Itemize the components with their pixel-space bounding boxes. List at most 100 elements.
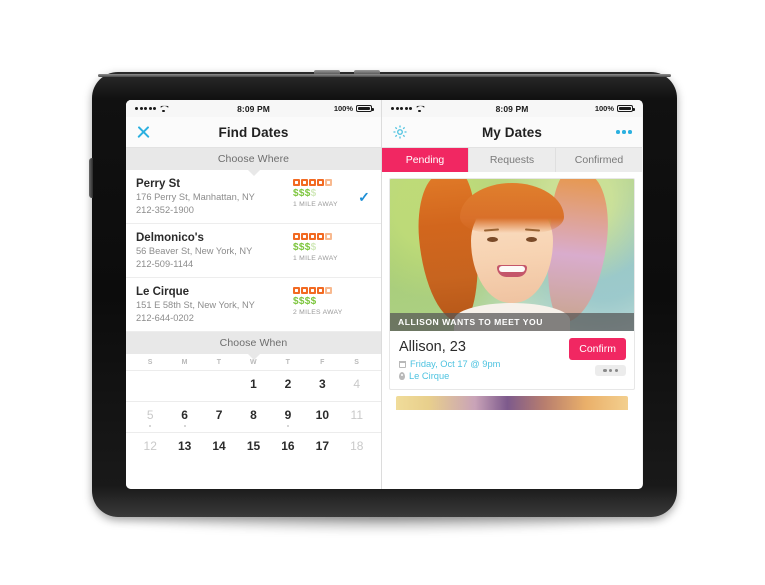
calendar-day-cell[interactable]: 11 [340, 402, 374, 432]
calendar-week-row: 1 2 3 4 [133, 371, 374, 401]
price-filled: $$$ [293, 242, 311, 253]
tab-pending[interactable]: Pending [382, 148, 469, 172]
rating-square [293, 179, 300, 186]
rating-square [317, 179, 324, 186]
calendar-dow: F [320, 359, 325, 366]
confirm-button[interactable]: Confirm [569, 338, 626, 360]
calendar-day-cell[interactable]: 5 [133, 402, 167, 432]
calendar-day-label: 13 [177, 439, 192, 453]
calendar-day-cell[interactable]: 17 [305, 433, 339, 463]
date-card-container: ALLISON WANTS TO MEET YOU Allison, 23 Fr… [382, 172, 642, 410]
choose-when-header[interactable]: Choose When [126, 332, 381, 360]
restaurant-info: Le Cirque 151 E 58th St, New York, NY 212-… [136, 285, 293, 325]
calendar-day-label: 10 [315, 408, 330, 422]
calendar-availability-dot [286, 425, 289, 427]
tab-confirmed[interactable]: Confirmed [556, 148, 642, 172]
restaurant-row[interactable]: Delmonico's 56 Beaver St, New York, NY 212… [126, 224, 381, 278]
photo-hair-top [460, 183, 564, 233]
tablet-button-power[interactable] [89, 158, 93, 198]
calendar-day-label: 4 [353, 377, 361, 391]
restaurant-info: Perry St 176 Perry St, Manhattan, NY 212-3… [136, 177, 293, 217]
find-dates-pane: 8:09 PM 100% Find Dates Choose Where Per… [126, 100, 382, 489]
location-pin-icon [399, 372, 405, 380]
calendar-weeks: 1 2 3 4 5 6 7 8 9 10 11 12 13 14 15 16 17 18 [126, 371, 381, 463]
calendar-day-cell[interactable]: 7 [202, 402, 236, 432]
calendar-day-cell[interactable]: 9 [271, 402, 305, 432]
rating-square [309, 287, 316, 294]
calendar-day-cell[interactable]: 2 [271, 371, 305, 401]
calendar-day-cell[interactable]: 6 [167, 402, 201, 432]
page-title: Find Dates [218, 124, 289, 140]
date-photo[interactable]: ALLISON WANTS TO MEET YOU [390, 179, 634, 331]
calendar-day-cell[interactable]: 4 [340, 371, 374, 401]
selected-check-icon: ✓ [358, 188, 370, 205]
right-status-bar: 8:09 PM 100% [382, 100, 642, 117]
close-icon[interactable] [136, 125, 151, 140]
calendar-day-label: 18 [350, 439, 364, 453]
gear-icon[interactable] [392, 124, 408, 140]
calendar-availability-dot [149, 425, 152, 427]
calendar-availability-dot [183, 425, 186, 427]
calendar-day-cell[interactable] [167, 371, 201, 401]
tab-requests[interactable]: Requests [469, 148, 556, 172]
date-card[interactable]: ALLISON WANTS TO MEET YOU Allison, 23 Fr… [389, 178, 635, 390]
tablet-button-volume-down[interactable] [354, 70, 380, 74]
restaurant-rating [293, 179, 355, 186]
restaurant-rating [293, 287, 355, 294]
restaurant-price: $$$$ [293, 242, 355, 254]
battery-icon [617, 105, 635, 112]
calendar-day-cell[interactable]: 15 [236, 433, 270, 463]
tablet-top-edge [98, 74, 671, 77]
calendar-day-cell[interactable]: 8 [236, 402, 270, 432]
rating-square [301, 233, 308, 240]
calendar-day-label: 12 [143, 439, 157, 453]
calendar-day-cell[interactable]: 1 [236, 371, 270, 401]
restaurant-distance: 2 MILES AWAY [293, 309, 343, 316]
rating-square [293, 287, 300, 294]
calendar-day-cell[interactable]: 13 [167, 433, 201, 463]
date-when-text: Friday, Oct 17 @ 9pm [410, 359, 501, 369]
calendar-day-cell[interactable]: 18 [340, 433, 374, 463]
date-person-name: Allison, 23 [399, 339, 466, 355]
rating-square [293, 233, 300, 240]
calendar-day-label: 3 [319, 377, 326, 391]
calendar-day-cell[interactable]: 10 [305, 402, 339, 432]
restaurant-name: Perry St [136, 178, 181, 190]
restaurant-distance: 1 MILE AWAY [293, 201, 338, 208]
restaurant-rating [293, 233, 355, 240]
more-icon[interactable] [616, 130, 632, 134]
calendar-day-cell[interactable]: 12 [133, 433, 167, 463]
left-status-time: 8:09 PM [237, 103, 270, 114]
calendar-day-label: 2 [284, 377, 292, 391]
next-date-card-preview[interactable] [396, 396, 628, 410]
date-card-body: Allison, 23 Friday, Oct 17 @ 9pm Le Cirq… [390, 331, 634, 389]
rating-square [309, 233, 316, 240]
calendar-day-cell[interactable]: 14 [202, 433, 236, 463]
restaurant-phone: 212-352-1900 [136, 205, 194, 215]
calendar-day-label: 6 [181, 408, 188, 422]
restaurant-row[interactable]: Le Cirque 151 E 58th St, New York, NY 212-… [126, 278, 381, 332]
calendar-day-cell[interactable]: 3 [305, 371, 339, 401]
photo-caption: ALLISON WANTS TO MEET YOU [390, 313, 634, 331]
tablet-button-volume-up[interactable] [314, 70, 340, 74]
card-more-button[interactable] [595, 365, 626, 377]
restaurant-price: $$$$ [293, 188, 355, 200]
selected-check-icon [357, 231, 371, 271]
rating-square [301, 287, 308, 294]
date-when-row: Friday, Oct 17 @ 9pm [399, 359, 564, 369]
calendar-dow: T [216, 359, 222, 366]
rating-square [325, 179, 332, 186]
photo-eye-right [526, 237, 537, 242]
calendar-day-cell[interactable] [133, 371, 167, 401]
screenshot-stage: 8:09 PM 100% Find Dates Choose Where Per… [0, 0, 765, 585]
restaurant-row[interactable]: Perry St 176 Perry St, Manhattan, NY 212-3… [126, 170, 381, 224]
restaurant-meta: $$$$ 1 MILE AWAY [293, 177, 355, 217]
calendar-day-label: 7 [215, 408, 223, 422]
calendar-day-cell[interactable] [202, 371, 236, 401]
selected-check-icon [357, 285, 371, 325]
dates-tabs: Pending Requests Confirmed [382, 148, 642, 172]
calendar-day-cell[interactable]: 16 [271, 433, 305, 463]
choose-where-header[interactable]: Choose Where [126, 148, 381, 176]
restaurant-phone: 212-644-0202 [136, 313, 194, 323]
my-dates-pane: 8:09 PM 100% My Dates Pending Requests C… [382, 100, 642, 489]
